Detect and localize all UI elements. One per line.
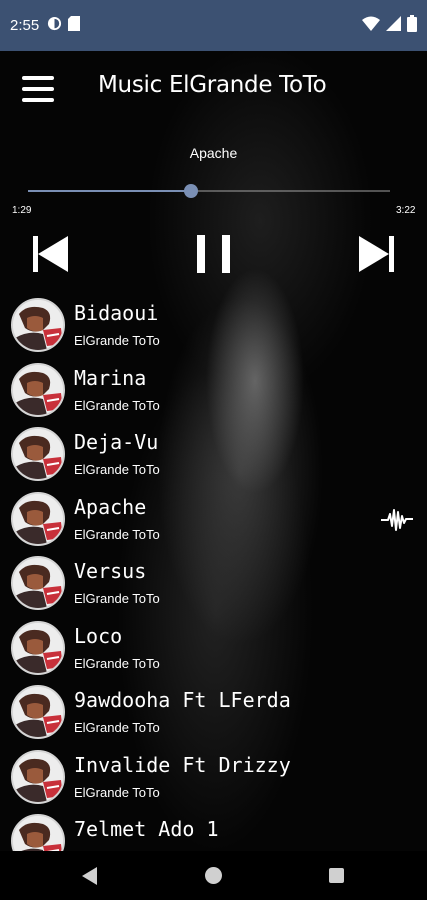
song-list-item[interactable]: Invalide Ft Drizzy ElGrande ToTo (0, 744, 427, 808)
song-artist: ElGrande ToTo (74, 720, 160, 735)
song-list-item[interactable]: Marina ElGrande ToTo (0, 357, 427, 421)
skip-previous-icon (33, 236, 68, 272)
song-title: 9awdooha Ft LFerda (74, 688, 291, 712)
song-title: Invalide Ft Drizzy (74, 752, 291, 777)
signal-icon (386, 16, 401, 35)
seek-bar-progress (28, 190, 191, 192)
recents-icon[interactable] (329, 868, 344, 883)
song-cover-avatar (11, 491, 65, 546)
song-list[interactable]: Bidaoui ElGrande ToTo Marina ElGrande ToTo D… (0, 292, 427, 851)
song-title: Apache (74, 494, 147, 519)
song-artist: ElGrande ToTo (74, 784, 160, 800)
battery-icon (407, 15, 417, 36)
song-list-item[interactable]: 7elmet Ado 1ElGrande ToTo (0, 808, 427, 851)
song-title: 7elmet Ado 1 (74, 817, 219, 841)
song-title: Bidaoui (74, 301, 159, 325)
song-list-item[interactable]: 9awdooha Ft LFerda ElGrande ToTo (0, 679, 427, 743)
song-cover-avatar (11, 620, 65, 675)
song-title: Versus (74, 559, 147, 583)
seek-bar-thumb[interactable] (183, 184, 198, 198)
song-cover-avatar (11, 685, 65, 739)
song-cover-avatar (11, 298, 65, 352)
hamburger-menu-icon[interactable] (20, 72, 56, 106)
skip-next-icon (359, 236, 394, 272)
audio-wave-icon (380, 506, 414, 534)
status-bar: 2:55 (0, 0, 427, 51)
skip-next-button[interactable] (355, 230, 397, 278)
song-cover-avatar (11, 556, 65, 610)
song-cover-avatar (11, 814, 65, 851)
song-title: Deja-Vu (74, 430, 159, 454)
song-artist: ElGrande ToTo (74, 397, 160, 413)
song-list-item[interactable]: Deja-Vu ElGrande ToTo (0, 421, 427, 485)
navigation-bar (0, 851, 427, 900)
song-artist: ElGrande ToTo (74, 591, 160, 606)
pause-button[interactable] (194, 230, 234, 278)
wifi-icon (362, 16, 380, 35)
song-artist: ElGrande ToTo (74, 333, 160, 348)
status-right-icons (362, 0, 417, 51)
seek-bar[interactable] (28, 184, 390, 198)
song-artist: ElGrande ToTo (74, 655, 160, 671)
song-list-item[interactable]: Apache ElGrande ToTo (0, 486, 427, 550)
current-time: 1:29 (12, 205, 32, 216)
total-time: 3:22 (396, 205, 416, 216)
song-list-item[interactable]: Versus ElGrande ToTo (0, 550, 427, 614)
now-playing-title: Apache (189, 145, 238, 161)
song-list-item[interactable]: Loco ElGrande ToTo (0, 615, 427, 679)
data-saver-icon (47, 16, 62, 35)
sd-card-icon (68, 16, 81, 35)
back-icon[interactable] (82, 867, 98, 885)
song-cover-avatar (11, 427, 65, 481)
song-title: Marina (74, 365, 147, 390)
song-cover-avatar (11, 362, 65, 417)
song-artist: ElGrande ToTo (74, 526, 160, 542)
song-title: Loco (74, 623, 123, 648)
pause-icon (197, 235, 230, 273)
app-title: Music ElGrande ToTo (98, 72, 327, 98)
skip-previous-button[interactable] (30, 230, 72, 278)
song-artist: ElGrande ToTo (74, 462, 160, 477)
home-icon[interactable] (205, 867, 222, 884)
status-time: 2:55 (10, 17, 40, 34)
song-cover-avatar (11, 749, 65, 804)
song-list-item[interactable]: Bidaoui ElGrande ToTo (0, 292, 427, 356)
